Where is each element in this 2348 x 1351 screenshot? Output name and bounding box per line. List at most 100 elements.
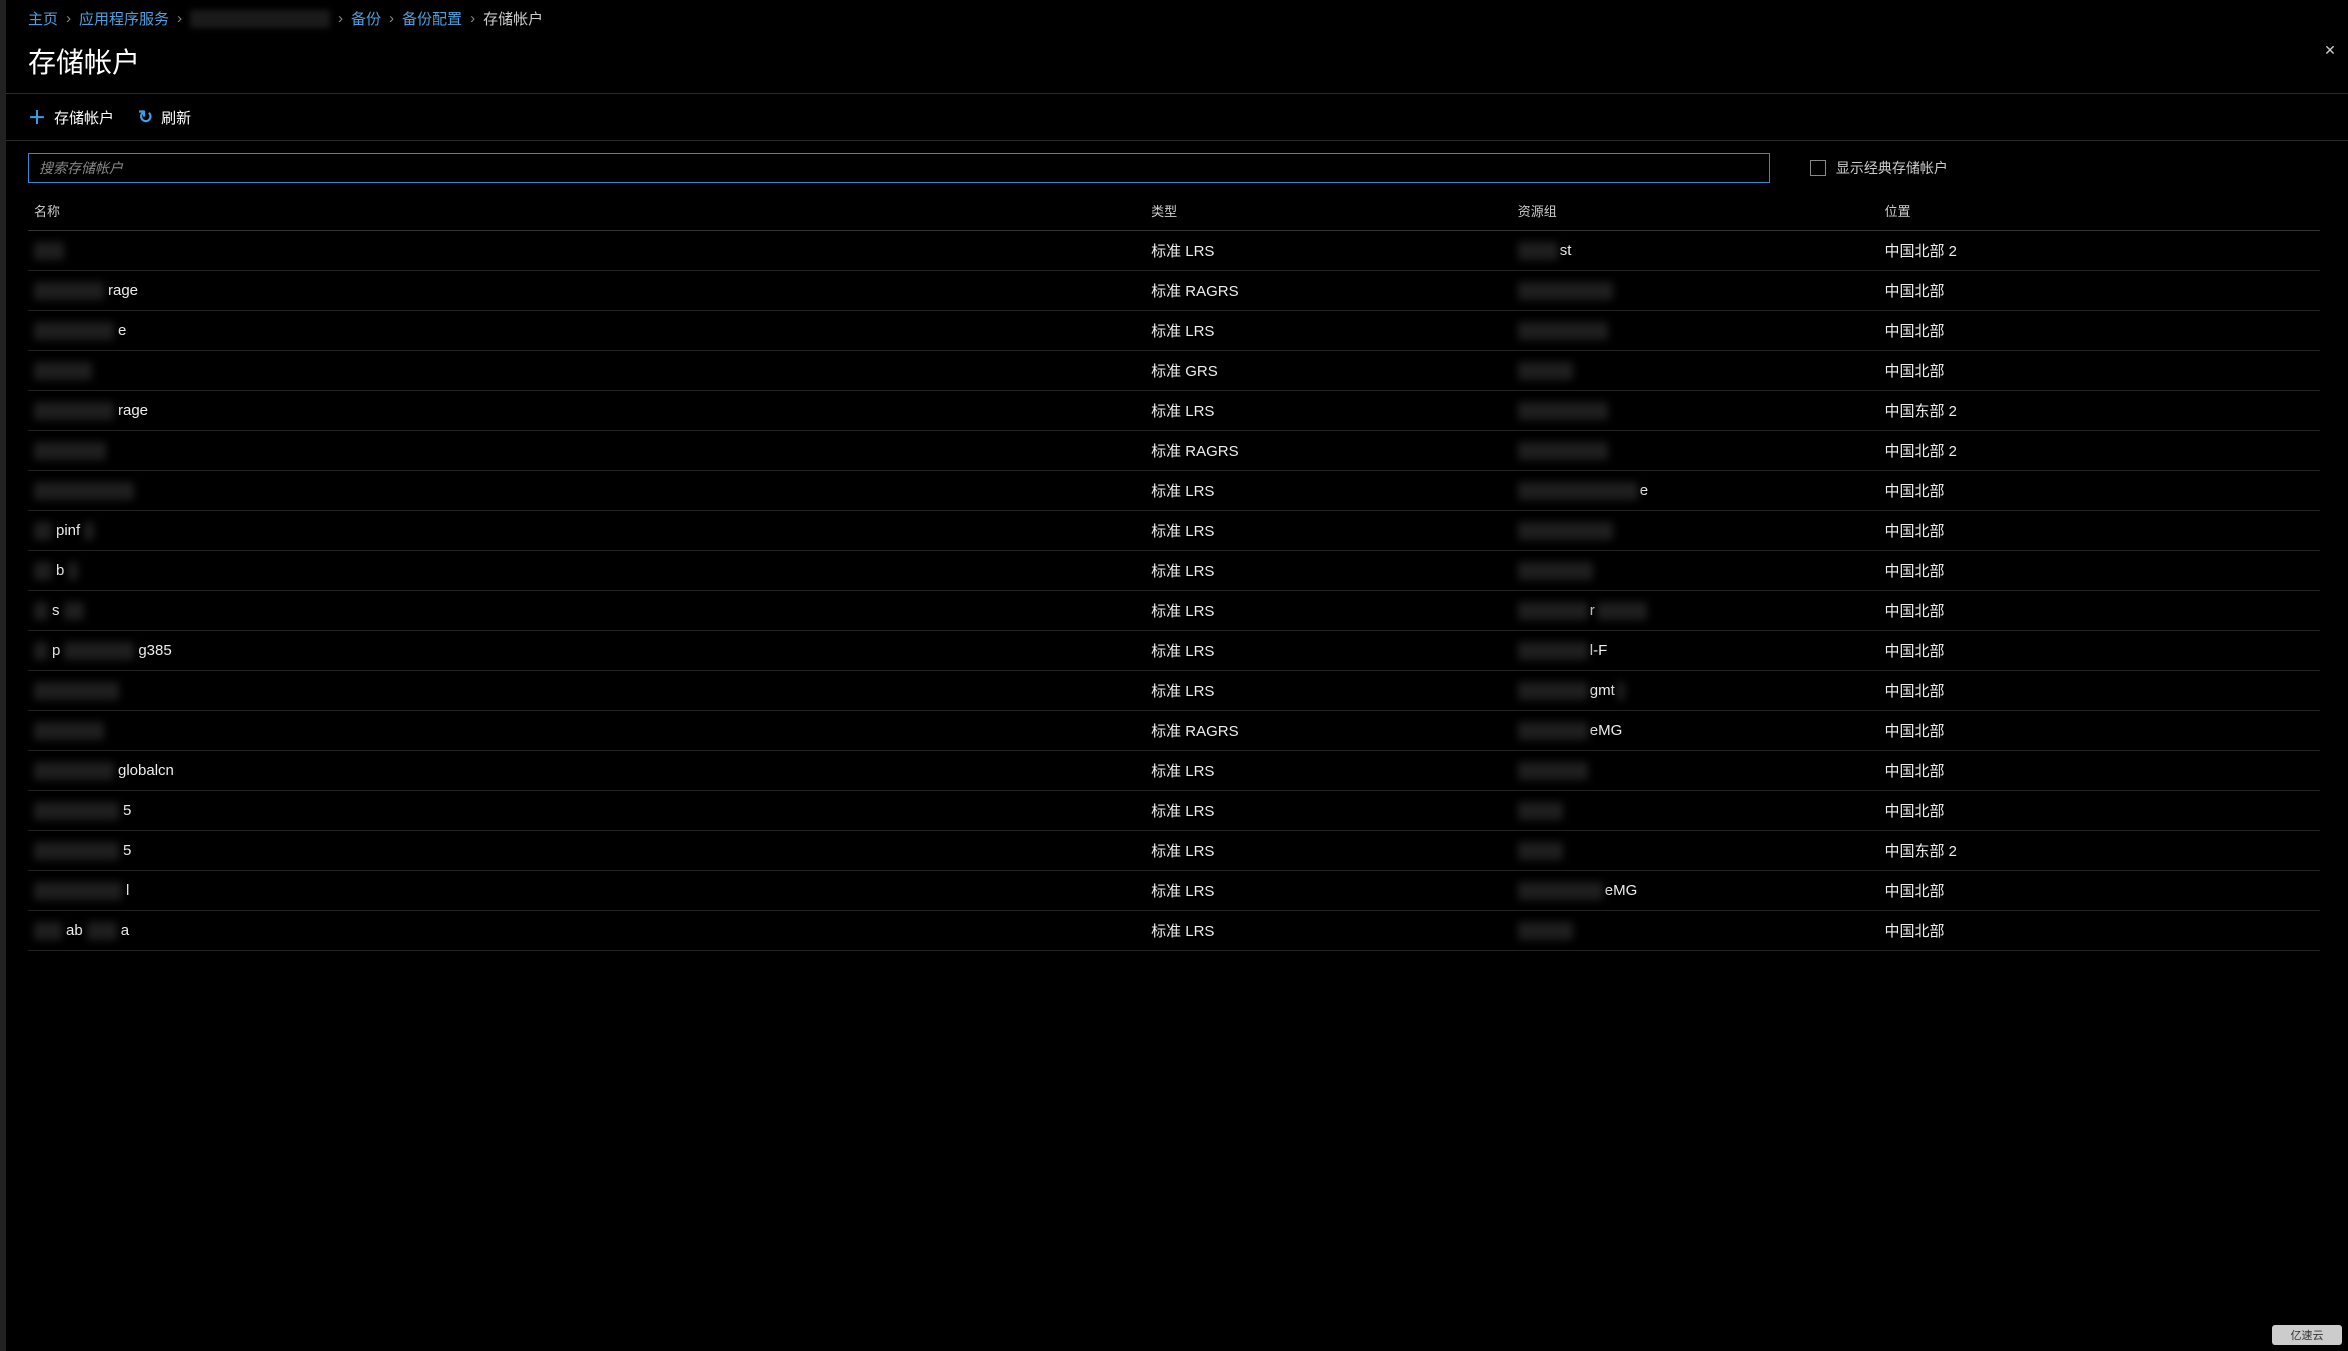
breadcrumb-backup[interactable]: 备份 bbox=[351, 8, 381, 29]
table-row[interactable]: rage标准 RAGRS中国北部 bbox=[28, 271, 2320, 311]
type-cell: 标准 LRS bbox=[1151, 520, 1518, 541]
resource-group-cell bbox=[1518, 442, 1885, 460]
name-cell: e bbox=[28, 322, 1151, 340]
type-cell: 标准 LRS bbox=[1151, 400, 1518, 421]
location-cell: 中国北部 2 bbox=[1885, 240, 2298, 261]
location-cell: 中国北部 bbox=[1885, 560, 2298, 581]
table-row[interactable]: 标准 GRS中国北部 bbox=[28, 351, 2320, 391]
redacted bbox=[1518, 562, 1593, 580]
column-type[interactable]: 类型 bbox=[1151, 201, 1518, 220]
type-cell: 标准 LRS bbox=[1151, 840, 1518, 861]
name-cell: pg385 bbox=[28, 642, 1151, 660]
table-row[interactable]: globalcn标准 LRS中国北部 bbox=[28, 751, 2320, 791]
column-location[interactable]: 位置 bbox=[1885, 201, 2298, 220]
table-row[interactable]: 标准 LRS e 中国北部 bbox=[28, 471, 2320, 511]
redacted bbox=[1518, 242, 1558, 260]
location-cell: 中国北部 bbox=[1885, 520, 2298, 541]
location-cell: 中国北部 bbox=[1885, 600, 2298, 621]
redacted bbox=[1518, 722, 1588, 740]
resource-group-cell bbox=[1518, 402, 1885, 420]
name-cell: aba bbox=[28, 922, 1151, 940]
breadcrumb-app-services[interactable]: 应用程序服务 bbox=[79, 8, 169, 29]
chevron-right-icon: › bbox=[66, 10, 71, 27]
name-cell bbox=[28, 242, 1151, 260]
chevron-right-icon: › bbox=[389, 10, 394, 27]
redacted bbox=[34, 842, 119, 860]
name-cell: 5 bbox=[28, 842, 1151, 860]
checkbox-icon[interactable] bbox=[1810, 160, 1826, 176]
table-row[interactable]: 5标准 LRS中国东部 2 bbox=[28, 831, 2320, 871]
redacted bbox=[34, 682, 119, 700]
table-row[interactable]: pinf 标准 LRS 中国北部 bbox=[28, 511, 2320, 551]
watermark-label: 亿速云 bbox=[2291, 1327, 2324, 1343]
table-row[interactable]: l标准 LRSeMG中国北部 bbox=[28, 871, 2320, 911]
type-cell: 标准 LRS bbox=[1151, 320, 1518, 341]
name-cell bbox=[28, 682, 1151, 700]
table-row[interactable]: 标准 RAGRS中国北部 2 bbox=[28, 431, 2320, 471]
table-header: 名称 类型 资源组 位置 bbox=[28, 191, 2320, 231]
redacted bbox=[87, 922, 117, 940]
redacted bbox=[1518, 282, 1613, 300]
redacted bbox=[1518, 882, 1603, 900]
breadcrumb-backup-config[interactable]: 备份配置 bbox=[402, 8, 462, 29]
column-resource-group[interactable]: 资源组 bbox=[1518, 201, 1885, 220]
group-fragment: e bbox=[1640, 482, 1648, 499]
column-name[interactable]: 名称 bbox=[28, 201, 1151, 220]
location-cell: 中国北部 bbox=[1885, 480, 2298, 501]
group-fragment: eMG bbox=[1605, 882, 1638, 899]
type-cell: 标准 RAGRS bbox=[1151, 720, 1518, 741]
close-icon: ✕ bbox=[2324, 42, 2336, 59]
add-storage-label: 存储帐户 bbox=[54, 107, 114, 128]
redacted bbox=[1518, 802, 1563, 820]
name-fragment: pinf bbox=[56, 522, 80, 539]
table-row[interactable]: 标准 LRS st 中国北部 2 bbox=[28, 231, 2320, 271]
name-fragment: p bbox=[52, 642, 60, 659]
location-cell: 中国北部 bbox=[1885, 760, 2298, 781]
type-cell: 标准 LRS bbox=[1151, 240, 1518, 261]
type-cell: 标准 LRS bbox=[1151, 480, 1518, 501]
refresh-button[interactable]: ↻ 刷新 bbox=[138, 107, 191, 128]
location-cell: 中国东部 2 bbox=[1885, 400, 2298, 421]
chevron-right-icon: › bbox=[470, 10, 475, 27]
location-cell: 中国北部 2 bbox=[1885, 440, 2298, 461]
add-storage-button[interactable]: ＋ 存储帐户 bbox=[28, 104, 114, 130]
search-input[interactable] bbox=[28, 153, 1770, 183]
name-cell: s bbox=[28, 602, 1151, 620]
table-row[interactable]: 5标准 LRS中国北部 bbox=[28, 791, 2320, 831]
table-row[interactable]: 标准 LRSgmt中国北部 bbox=[28, 671, 2320, 711]
show-classic-checkbox[interactable]: 显示经典存储帐户 bbox=[1810, 158, 1948, 178]
table-row[interactable]: 标准 RAGRSeMG中国北部 bbox=[28, 711, 2320, 751]
type-cell: 标准 LRS bbox=[1151, 560, 1518, 581]
redacted bbox=[34, 322, 114, 340]
name-cell: globalcn bbox=[28, 762, 1151, 780]
redacted bbox=[34, 882, 122, 900]
close-button[interactable]: ✕ bbox=[2318, 38, 2342, 62]
name-fragment: rage bbox=[108, 282, 138, 299]
redacted bbox=[1518, 522, 1613, 540]
redacted bbox=[1518, 482, 1638, 500]
redacted bbox=[84, 522, 94, 540]
name-cell: rage bbox=[28, 402, 1151, 420]
table-row[interactable]: s标准 LRSr中国北部 bbox=[28, 591, 2320, 631]
type-cell: 标准 LRS bbox=[1151, 680, 1518, 701]
table-row[interactable]: rage标准 LRS 中国东部 2 bbox=[28, 391, 2320, 431]
resource-group-cell bbox=[1518, 362, 1885, 380]
table-row[interactable]: pg385标准 LRSl-F中国北部 bbox=[28, 631, 2320, 671]
type-cell: 标准 LRS bbox=[1151, 640, 1518, 661]
table-row[interactable]: aba标准 LRS中国北部 bbox=[28, 911, 2320, 951]
name-cell: l bbox=[28, 882, 1151, 900]
type-cell: 标准 LRS bbox=[1151, 920, 1518, 941]
redacted bbox=[34, 522, 52, 540]
filter-row: 显示经典存储帐户 bbox=[0, 141, 2348, 191]
table-row[interactable]: e标准 LRS中国北部 bbox=[28, 311, 2320, 351]
redacted bbox=[34, 922, 62, 940]
name-fragment: s bbox=[52, 602, 60, 619]
refresh-icon: ↻ bbox=[138, 107, 153, 128]
resource-group-cell bbox=[1518, 562, 1885, 580]
group-fragment: st bbox=[1560, 242, 1572, 259]
table-row[interactable]: b标准 LRS中国北部 bbox=[28, 551, 2320, 591]
redacted bbox=[1518, 402, 1608, 420]
breadcrumb-home[interactable]: 主页 bbox=[28, 8, 58, 29]
redacted bbox=[34, 642, 48, 660]
resource-group-cell bbox=[1518, 282, 1885, 300]
